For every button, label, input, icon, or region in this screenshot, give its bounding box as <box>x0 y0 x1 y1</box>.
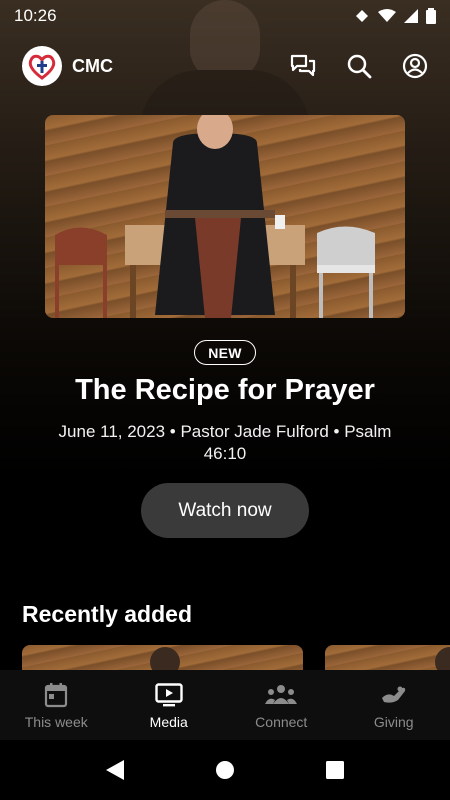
search-icon <box>347 54 372 79</box>
nav-item-this-week[interactable]: This week <box>0 670 113 740</box>
giving-hand-icon <box>381 686 405 703</box>
church-logo[interactable] <box>22 46 62 86</box>
account-circle-icon <box>402 53 428 79</box>
nav-label: Media <box>149 714 188 730</box>
recents-button[interactable] <box>325 760 345 780</box>
battery-icon <box>426 8 436 24</box>
heart-cross-logo-icon <box>28 54 56 80</box>
recently-added-heading: Recently added <box>22 601 192 627</box>
nav-item-giving[interactable]: Giving <box>338 670 450 740</box>
app-bar: CMC <box>0 44 450 88</box>
app-title: CMC <box>72 55 113 76</box>
wifi-icon <box>378 9 396 22</box>
status-icons <box>354 8 436 24</box>
signal-icon <box>356 10 368 22</box>
watch-now-button[interactable]: Watch now <box>141 483 309 538</box>
tv-play-icon <box>155 683 183 707</box>
chat-button[interactable] <box>290 53 316 79</box>
sermon-meta: June 11, 2023 • Pastor Jade Fulford • Ps… <box>58 422 392 463</box>
status-time: 10:26 <box>14 6 57 25</box>
recents-square-icon <box>326 761 344 779</box>
cellular-icon <box>404 9 418 23</box>
group-icon <box>265 685 298 704</box>
nav-item-media[interactable]: Media <box>113 670 226 740</box>
nav-label: This week <box>24 714 88 730</box>
chat-icon <box>290 54 316 77</box>
new-badge: NEW <box>194 340 256 365</box>
sermon-scene-image <box>55 115 375 318</box>
app-actions <box>290 53 428 79</box>
back-triangle-icon <box>106 760 124 780</box>
bottom-navigation: This week Media Connect Giving <box>0 670 450 740</box>
nav-item-connect[interactable]: Connect <box>225 670 338 740</box>
nav-label: Giving <box>373 714 414 730</box>
hero-video-thumbnail[interactable] <box>45 115 405 318</box>
calendar-icon <box>45 683 68 708</box>
home-button[interactable] <box>215 760 235 780</box>
back-button[interactable] <box>105 759 125 781</box>
account-button[interactable] <box>402 53 428 79</box>
home-circle-icon <box>216 761 234 779</box>
status-bar: 10:26 <box>0 0 450 32</box>
system-navigation-bar <box>0 740 450 800</box>
nav-label: Connect <box>255 714 308 730</box>
media-screen: 10:26 CMC NEW The Recipe for Prayer June… <box>0 0 450 800</box>
search-button[interactable] <box>346 53 372 79</box>
sermon-title: The Recipe for Prayer <box>75 374 375 406</box>
